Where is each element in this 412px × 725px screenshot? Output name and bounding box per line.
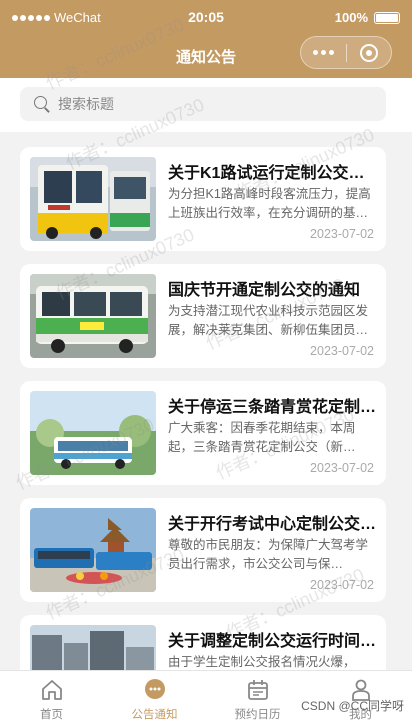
bus-plaza-icon <box>30 508 156 592</box>
notice-title: 关于K1路试运行定制公交的通知 <box>168 165 378 182</box>
bus-green-icon <box>30 274 156 358</box>
tab-calendar[interactable]: 预约日历 <box>206 671 309 725</box>
notice-desc: 为分担K1路高峰时段客流压力，提高上班族出行效率，在充分调研的基础上 <box>168 187 371 220</box>
notice-date: 2023-07-02 <box>310 344 374 358</box>
tab-label: 预约日历 <box>234 709 281 721</box>
notice-title: 国庆节开通定制公交的通知 <box>168 282 361 299</box>
battery-group: 100% <box>335 10 400 25</box>
notice-desc: 为支持潜江现代农业科技示范园区发展，解决莱克集团、新柳伍集团员工出行 <box>168 304 369 337</box>
notice-date: 2023-07-02 <box>310 227 374 241</box>
close-button[interactable] <box>347 43 391 62</box>
close-circle-icon <box>359 43 378 62</box>
bus-yellow-icon <box>30 157 156 241</box>
top-bar: WeChat 20:05 100% 通知公告 <box>0 0 412 78</box>
notice-card[interactable]: 关于K1路试运行定制公交的通知 为分担K1路高峰时段客流压力，提高上班族出行效率… <box>20 147 386 251</box>
battery-label: 100% <box>334 10 368 25</box>
notice-title: 关于停运三条踏青赏花定制公交的通知 <box>168 399 378 416</box>
calendar-icon <box>247 680 268 700</box>
notice-title: 关于开行考试中心定制公交的通知 <box>168 516 378 533</box>
chat-bubble-icon <box>144 679 165 699</box>
tab-label: 首页 <box>40 709 63 721</box>
notice-desc: 广大乘客：因春季花期结束，本周起，三条踏青赏花定制公交（新… <box>168 421 356 454</box>
notice-card[interactable]: 关于停运三条踏青赏花定制公交的通知 广大乘客：因春季花期结束，本周起，三条踏青赏… <box>20 381 386 485</box>
tab-notices[interactable]: 公告通知 <box>103 671 206 725</box>
status-bar: WeChat 20:05 100% <box>0 0 412 32</box>
csdn-watermark: CSDN @CC同学呀 <box>301 699 404 713</box>
tab-home[interactable]: 首页 <box>0 671 103 725</box>
mini-program-capsule <box>300 36 392 69</box>
battery-icon <box>374 11 400 24</box>
notice-card[interactable]: 国庆节开通定制公交的通知 为支持潜江现代农业科技示范园区发展，解决莱克集团、新柳… <box>20 264 386 368</box>
notice-date: 2023-07-02 <box>310 461 374 475</box>
notice-date: 2023-07-02 <box>310 578 374 592</box>
search-section <box>0 78 412 132</box>
more-menu-button[interactable] <box>301 50 346 55</box>
notice-desc: 尊敬的市民朋友：为保障广大驾考学员出行需求，市公交公司与保… <box>168 538 369 571</box>
notice-card[interactable]: 关于开行考试中心定制公交的通知 尊敬的市民朋友：为保障广大驾考学员出行需求，市公… <box>20 498 386 602</box>
search-bar[interactable] <box>20 87 386 121</box>
home-icon <box>41 680 62 700</box>
notice-list: 关于K1路试运行定制公交的通知 为分担K1路高峰时段客流压力，提高上班族出行效率… <box>20 147 386 725</box>
notice-title: 关于调整定制公交运行时间的通知 <box>168 633 378 650</box>
search-input[interactable] <box>58 96 358 112</box>
tab-label: 公告通知 <box>131 709 178 721</box>
search-icon <box>34 96 50 112</box>
bus-spring-icon <box>30 391 156 475</box>
